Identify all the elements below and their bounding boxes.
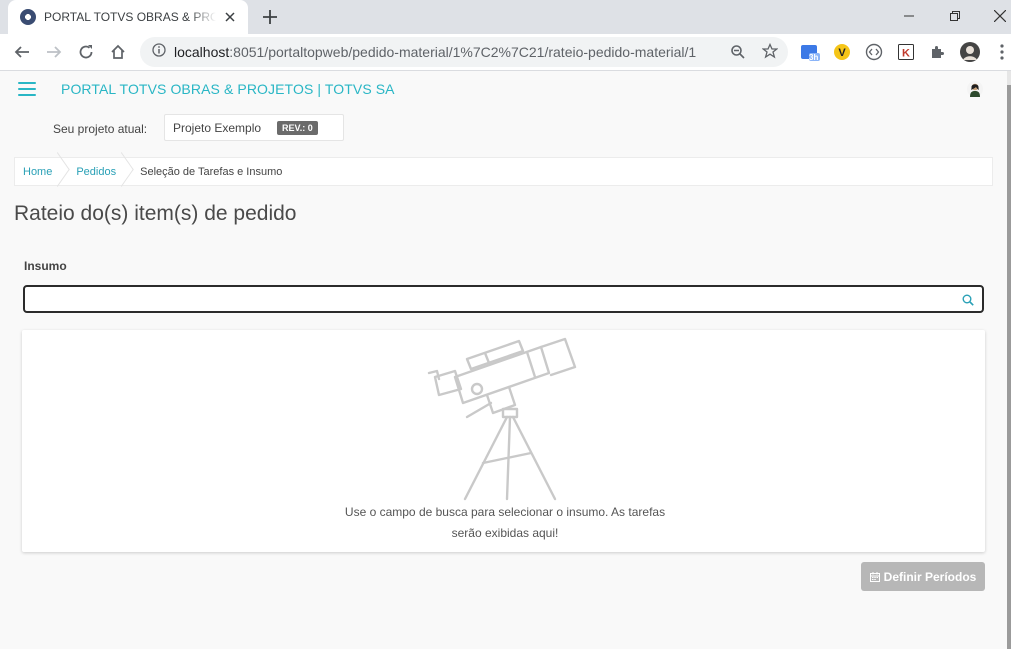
svg-text:K: K xyxy=(902,48,910,60)
app-title: PORTAL TOTVS OBRAS & PROJETOS | TOTVS SA xyxy=(61,81,395,97)
browser-tab[interactable]: PORTAL TOTVS OBRAS & PROJETOS | TOTVS SA xyxy=(8,0,248,34)
tab-close-icon[interactable] xyxy=(222,9,238,25)
url-text: localhost:8051/portaltopweb/pedido-mater… xyxy=(174,44,697,60)
define-periods-label: Definir Períodos xyxy=(883,569,977,584)
empty-state-line-1: Use o campo de busca para selecionar o i… xyxy=(344,505,666,519)
empty-state-line-2: serão exibidas aqui! xyxy=(451,526,559,540)
minimize-button[interactable] xyxy=(886,2,932,30)
extensions-puzzle-icon[interactable] xyxy=(928,42,948,62)
site-info-icon[interactable] xyxy=(152,42,166,62)
insumo-search-input[interactable] xyxy=(31,289,951,309)
browser-menu-icon[interactable] xyxy=(992,42,1011,62)
project-name: Projeto Exemplo xyxy=(173,120,262,135)
menu-hamburger-icon[interactable] xyxy=(18,81,36,97)
telescope-illustration-icon xyxy=(427,337,577,501)
home-button[interactable] xyxy=(104,38,132,66)
breadcrumb: Home Pedidos Seleção de Tarefas e Insumo xyxy=(14,157,993,186)
restore-button[interactable] xyxy=(932,2,978,30)
tab-title: PORTAL TOTVS OBRAS & PROJETOS | TOTVS SA xyxy=(44,10,216,24)
user-avatar-icon[interactable] xyxy=(967,81,983,97)
project-label: Seu projeto atual: xyxy=(53,122,148,136)
zoom-icon[interactable] xyxy=(730,44,746,65)
extension-calendar-icon[interactable]: 3h xyxy=(800,42,820,62)
calendar-icon xyxy=(869,571,880,582)
scrollbar-thumb[interactable] xyxy=(1007,85,1011,649)
page-title: Rateio do(s) item(s) de pedido xyxy=(14,202,297,225)
revision-badge: REV.: 0 xyxy=(277,120,318,135)
breadcrumb-home[interactable]: Home xyxy=(15,157,62,186)
browser-tabstrip: PORTAL TOTVS OBRAS & PROJETOS | TOTVS SA xyxy=(0,0,1011,34)
project-selector[interactable]: Projeto Exemplo REV.: 0 xyxy=(164,114,344,141)
breadcrumb-current: Seleção de Tarefas e Insumo xyxy=(140,165,283,178)
page-content: PORTAL TOTVS OBRAS & PROJETOS | TOTVS SA… xyxy=(0,71,1011,649)
browser-toolbar: localhost:8051/portaltopweb/pedido-mater… xyxy=(0,34,1011,71)
new-tab-button[interactable] xyxy=(258,5,282,29)
search-icon[interactable] xyxy=(962,293,974,306)
site-favicon-icon xyxy=(20,9,36,25)
extension-badge: 3h xyxy=(809,53,819,62)
insumo-label: Insumo xyxy=(24,259,67,273)
forward-button[interactable] xyxy=(40,38,68,66)
define-periods-button[interactable]: Definir Períodos xyxy=(861,562,985,591)
address-bar[interactable]: localhost:8051/portaltopweb/pedido-mater… xyxy=(140,37,788,67)
insumo-search-field[interactable] xyxy=(23,285,984,313)
reload-button[interactable] xyxy=(72,38,100,66)
back-button[interactable] xyxy=(8,38,36,66)
extension-code-icon[interactable] xyxy=(864,42,884,62)
close-window-button[interactable] xyxy=(977,2,1011,30)
svg-text:V: V xyxy=(838,47,846,59)
profile-avatar-icon[interactable] xyxy=(960,42,980,62)
extension-v-icon[interactable]: V xyxy=(832,42,852,62)
empty-state-card: Use o campo de busca para selecionar o i… xyxy=(22,330,985,552)
bookmark-star-icon[interactable] xyxy=(761,42,779,64)
breadcrumb-pedidos[interactable]: Pedidos xyxy=(68,157,126,186)
extension-k-icon[interactable]: K xyxy=(896,42,916,62)
empty-state-message: Use o campo de busca para selecionar o i… xyxy=(335,502,675,544)
